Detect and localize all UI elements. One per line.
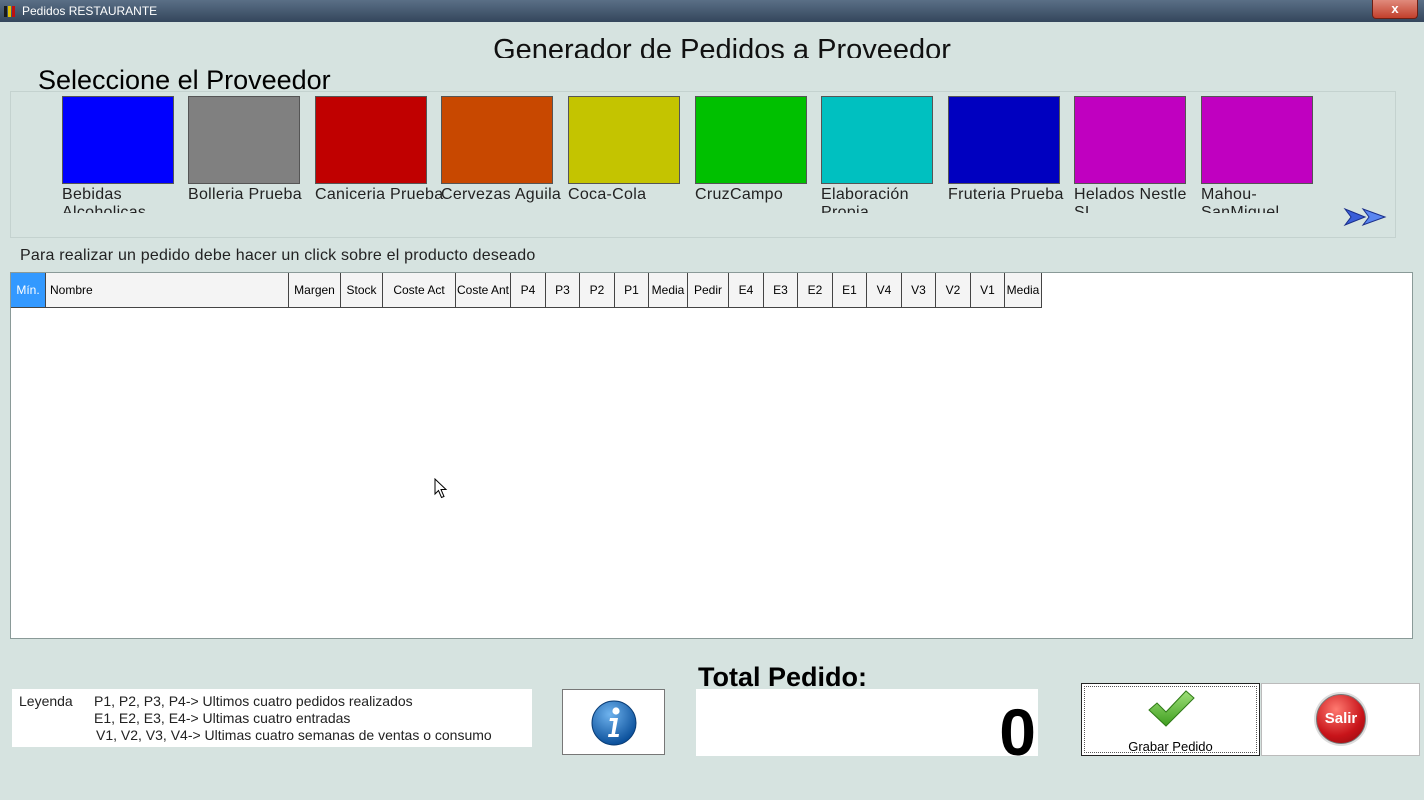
total-display: 0 [696, 689, 1038, 756]
column-header[interactable]: V3 [902, 273, 936, 308]
column-header[interactable]: Mín. [11, 273, 46, 308]
column-header[interactable]: P2 [580, 273, 615, 308]
supplier-swatch [1074, 96, 1186, 184]
column-header[interactable]: Pedir [688, 273, 729, 308]
column-header[interactable]: E1 [833, 273, 867, 308]
column-header[interactable]: Stock [341, 273, 383, 308]
supplier-button[interactable]: Bolleria Prueba [188, 96, 316, 216]
column-header[interactable]: E3 [764, 273, 798, 308]
column-header[interactable]: Coste Ant [456, 273, 511, 308]
supplier-button[interactable]: Caniceria Prueba [315, 96, 443, 216]
supplier-button[interactable]: Helados Nestle SL [1074, 96, 1202, 216]
column-header[interactable]: Media [1005, 273, 1042, 308]
column-header[interactable]: V2 [936, 273, 971, 308]
page-title: Generador de Pedidos a Proveedor [493, 34, 951, 58]
next-page-arrow-icon[interactable] [1343, 207, 1389, 227]
legend-line: P1, P2, P3, P4-> Ultimos cuatro pedidos … [94, 693, 413, 709]
close-button[interactable]: x [1372, 0, 1418, 19]
column-header[interactable]: P1 [615, 273, 649, 308]
legend-line: V1, V2, V3, V4-> Ultimas cuatro semanas … [96, 727, 492, 743]
supplier-name: CruzCampo [695, 186, 784, 203]
legend-line: E1, E2, E3, E4-> Ultimas cuatro entradas [94, 710, 351, 726]
info-icon [591, 700, 637, 746]
legend-box: Leyenda P1, P2, P3, P4-> Ultimos cuatro … [12, 689, 532, 747]
supplier-button[interactable]: Coca-Cola [568, 96, 696, 216]
supplier-name: Coca-Cola [568, 186, 647, 203]
supplier-swatch [821, 96, 933, 184]
supplier-name: Caniceria Prueba [315, 186, 444, 203]
supplier-swatch [62, 96, 174, 184]
title-bar: Pedidos RESTAURANTE x [0, 0, 1424, 22]
column-header[interactable]: Coste Act [383, 273, 456, 308]
column-header[interactable]: V1 [971, 273, 1005, 308]
supplier-name: Helados Nestle SL [1074, 186, 1187, 213]
exit-button[interactable]: Salir [1261, 683, 1420, 756]
save-order-button[interactable]: Grabar Pedido [1081, 683, 1260, 756]
window-title: Pedidos RESTAURANTE [22, 4, 158, 18]
supplier-button[interactable]: CruzCampo [695, 96, 823, 216]
supplier-button[interactable]: Elaboración Propia [821, 96, 949, 216]
supplier-button[interactable]: Mahou-SanMiguel [1201, 96, 1329, 216]
supplier-name: Bebidas Alcoholicas [62, 186, 147, 213]
info-button[interactable] [562, 689, 665, 755]
grid-header: Mín. Nombre Margen Stock Coste Act Coste… [11, 273, 1042, 308]
exit-icon: Salir [1316, 694, 1366, 744]
supplier-name: Elaboración Propia [821, 186, 909, 213]
supplier-name: Fruteria Prueba [948, 186, 1064, 203]
checkmark-icon [1148, 690, 1195, 727]
supplier-swatch [568, 96, 680, 184]
supplier-swatch [441, 96, 553, 184]
legend-label: Leyenda [19, 693, 73, 709]
column-header[interactable]: Margen [289, 273, 341, 308]
products-grid[interactable]: Mín. Nombre Margen Stock Coste Act Coste… [10, 272, 1413, 639]
instruction-text: Para realizar un pedido debe hacer un cl… [20, 247, 536, 264]
supplier-swatch [1201, 96, 1313, 184]
app-icon [4, 6, 15, 17]
supplier-name: Bolleria Prueba [188, 186, 302, 203]
column-header[interactable]: V4 [867, 273, 902, 308]
supplier-name: Cervezas Aguila [441, 186, 562, 203]
mouse-cursor-icon [434, 478, 448, 499]
supplier-panel: Bebidas Alcoholicas Bolleria Prueba Cani… [10, 91, 1396, 238]
column-header[interactable]: P3 [546, 273, 580, 308]
column-header[interactable]: E2 [798, 273, 833, 308]
save-order-label: Grabar Pedido [1128, 739, 1213, 754]
supplier-button[interactable]: Cervezas Aguila [441, 96, 569, 216]
column-header[interactable]: Media [649, 273, 688, 308]
supplier-button[interactable]: Bebidas Alcoholicas [62, 96, 190, 216]
column-header[interactable]: P4 [511, 273, 546, 308]
total-value: 0 [999, 695, 1036, 756]
column-header[interactable]: E4 [729, 273, 764, 308]
supplier-name: Mahou-SanMiguel [1201, 186, 1280, 213]
supplier-swatch [695, 96, 807, 184]
column-header[interactable]: Nombre [46, 273, 289, 308]
supplier-button[interactable]: Fruteria Prueba [948, 96, 1076, 216]
supplier-swatch [948, 96, 1060, 184]
supplier-swatch [188, 96, 300, 184]
supplier-swatch [315, 96, 427, 184]
